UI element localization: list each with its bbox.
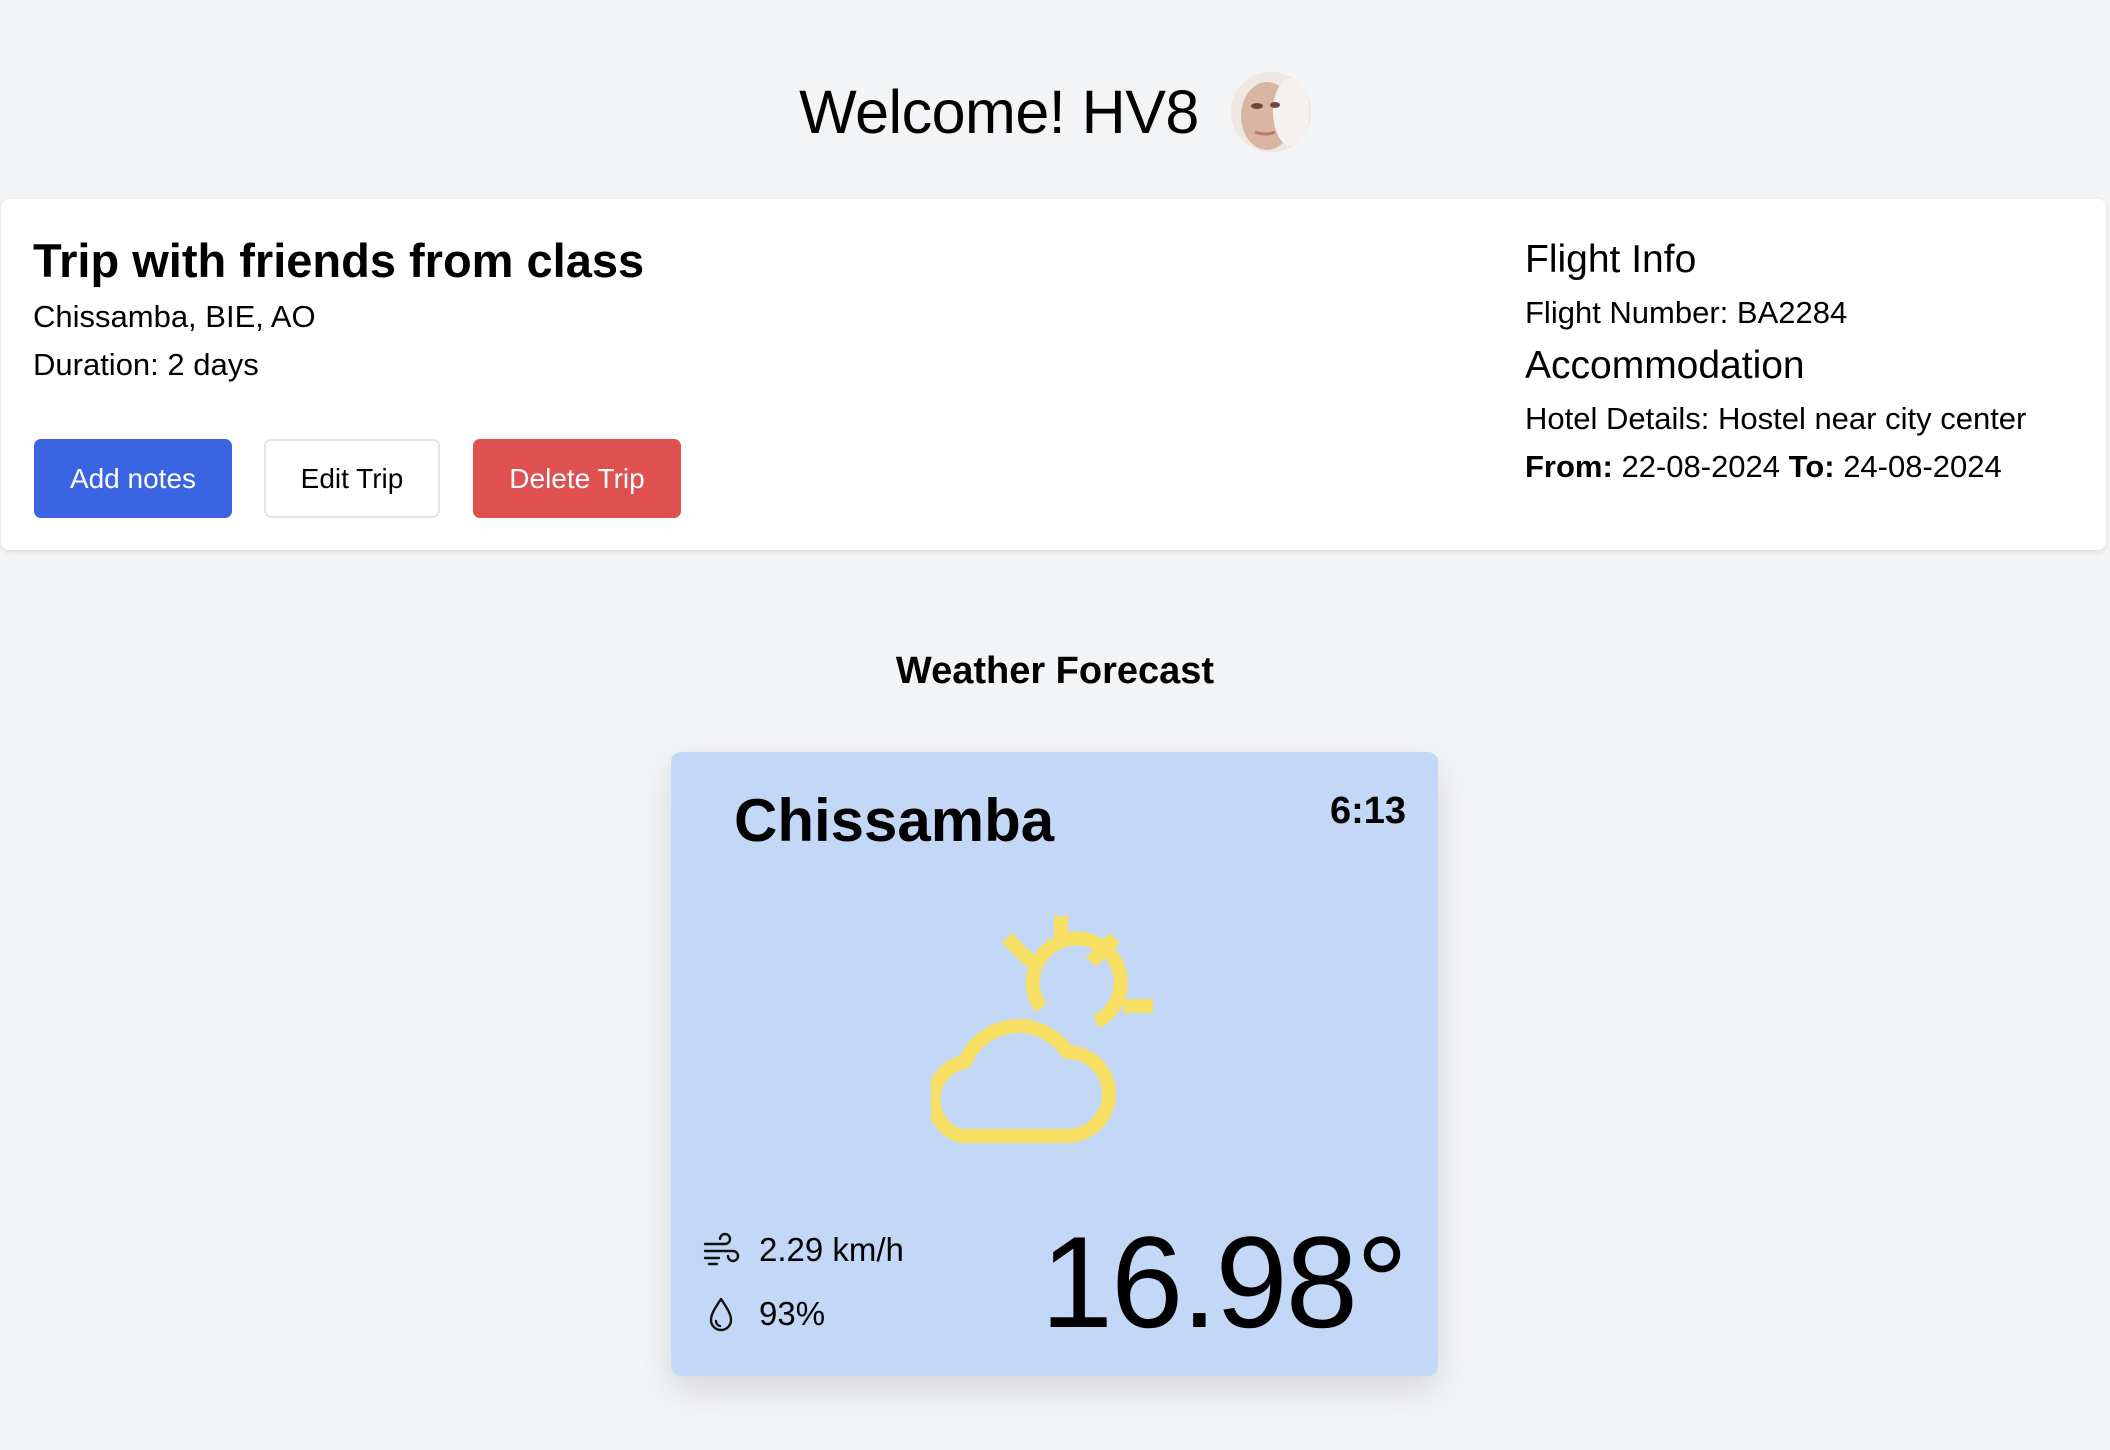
from-label: From: — [1525, 449, 1613, 484]
water-drop-icon — [709, 1297, 733, 1332]
edit-trip-button[interactable]: Edit Trip — [264, 439, 440, 518]
trip-duration: Duration: 2 days — [33, 347, 259, 382]
wind-speed: 2.29 km/h — [759, 1231, 904, 1268]
wind-icon — [703, 1232, 740, 1266]
partly-cloudy-icon — [931, 916, 1153, 1143]
delete-trip-button[interactable]: Delete Trip — [473, 439, 681, 518]
weather-city: Chissamba — [734, 787, 1055, 854]
avatar-image — [1230, 72, 1311, 152]
flight-info-heading: Flight Info — [1525, 238, 1697, 281]
flight-number: Flight Number: BA2284 — [1525, 295, 1848, 330]
trip-details-panel: Flight Info Flight Number: BA2284 Accomm… — [1525, 237, 2095, 485]
temperature: 16.98° — [1040, 1209, 1408, 1355]
stay-dates: From: 22-08-2024 To: 24-08-2024 — [1525, 449, 2095, 485]
to-label: To: — [1788, 449, 1835, 484]
to-date: 24-08-2024 — [1843, 449, 2002, 484]
accommodation-heading: Accommodation — [1525, 344, 1805, 387]
from-date: 22-08-2024 — [1621, 449, 1781, 484]
wind-stat: 2.29 km/h — [701, 1230, 904, 1270]
humidity-stat: 93% — [701, 1294, 825, 1334]
weather-forecast-heading: Weather Forecast — [895, 650, 1215, 692]
add-notes-button[interactable]: Add notes — [34, 439, 232, 518]
humidity-value: 93% — [759, 1295, 826, 1332]
trip-location: Chissamba, BIE, AO — [33, 299, 316, 334]
weather-time: 6:13 — [1329, 790, 1406, 832]
trip-title: Trip with friends from class — [33, 234, 645, 287]
avatar[interactable] — [1230, 72, 1311, 152]
trip-card: Trip with friends from class Chissamba, … — [1, 199, 2106, 550]
welcome-title: Welcome! HV8 — [799, 78, 1199, 146]
page-header: Welcome! HV8 — [0, 60, 2110, 164]
weather-card: Chissamba 6:13 2.29 km/h 93% 16.98° — [671, 752, 1438, 1376]
hotel-details: Hotel Details: Hostel near city center — [1525, 401, 2027, 436]
